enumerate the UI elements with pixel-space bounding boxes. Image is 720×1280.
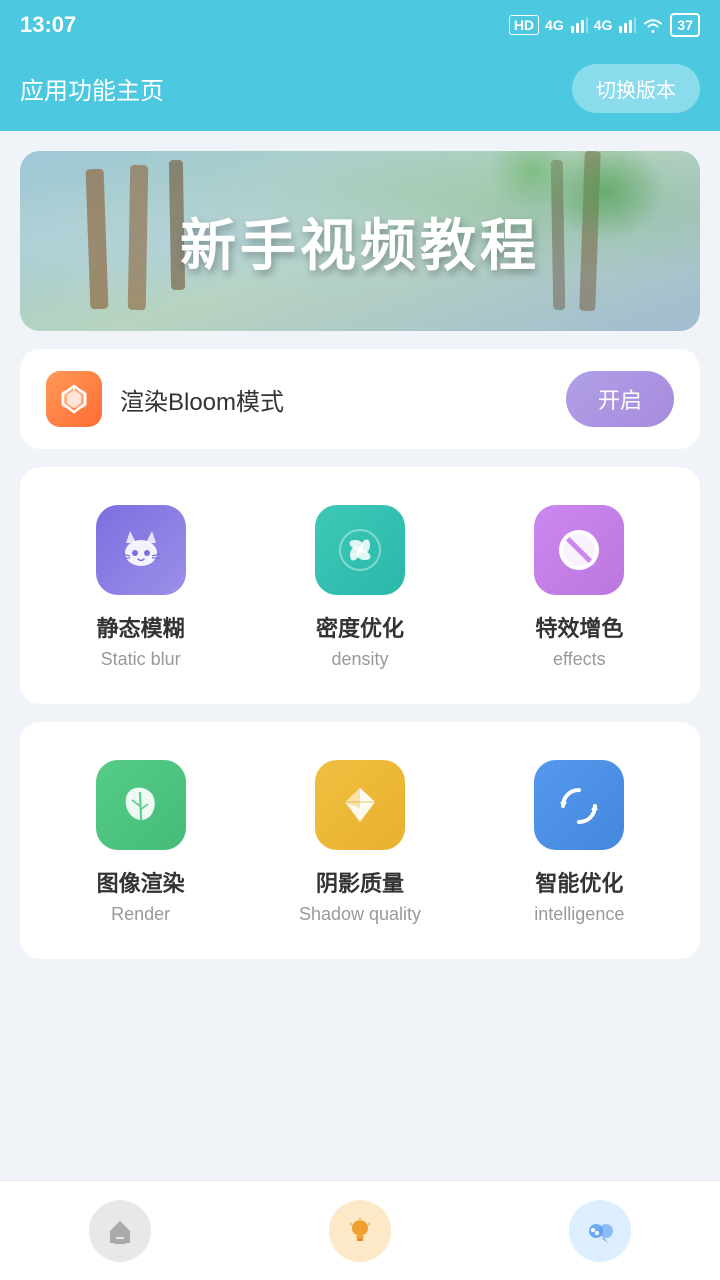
home-icon <box>104 1215 136 1247</box>
density-icon <box>315 505 405 595</box>
feature-item-density[interactable]: 密度优化 density <box>255 483 464 688</box>
home-nav-icon-wrap <box>89 1200 151 1262</box>
network-4g-2: 4G <box>594 17 613 33</box>
status-bar: 13:07 HD 4G 4G 37 <box>0 0 720 50</box>
static-blur-title: 静态模糊 <box>97 611 185 643</box>
intelligence-subtitle: intelligence <box>534 904 624 925</box>
version-switch-button[interactable]: 切换版本 <box>572 64 700 113</box>
feature-item-shadow[interactable]: 阴影质量 Shadow quality <box>255 738 464 943</box>
bloom-icon <box>46 371 102 427</box>
nav-item-home[interactable] <box>70 1191 170 1271</box>
static-blur-subtitle: Static blur <box>101 649 181 670</box>
page-title: 应用功能主页 <box>20 71 164 106</box>
render-icon <box>96 760 186 850</box>
main-content: 新手视频教程 渲染Bloom模式 开启 <box>0 131 720 1059</box>
bottom-navigation <box>0 1180 720 1280</box>
effects-subtitle: effects <box>553 649 606 670</box>
tutorial-banner[interactable]: 新手视频教程 <box>20 151 700 331</box>
network-4g-1: 4G <box>545 17 564 33</box>
status-icons: HD 4G 4G 37 <box>509 13 700 37</box>
banner-title: 新手视频教程 <box>180 201 540 282</box>
density-title: 密度优化 <box>316 611 404 643</box>
feature-grid-2: 图像渲染 Render 阴影质量 Shadow quality <box>20 722 700 959</box>
status-time: 13:07 <box>20 12 76 38</box>
static-blur-icon <box>96 505 186 595</box>
header: 应用功能主页 切换版本 <box>0 50 720 131</box>
bulb-icon <box>344 1215 376 1247</box>
effects-icon <box>534 505 624 595</box>
bloom-label: 渲染Bloom模式 <box>120 382 548 417</box>
shadow-icon <box>315 760 405 850</box>
wifi-icon <box>642 16 664 34</box>
tips-nav-icon-wrap <box>329 1200 391 1262</box>
feature-item-static-blur[interactable]: 静态模糊 Static blur <box>36 483 245 688</box>
intelligence-title: 智能优化 <box>535 866 623 898</box>
feature-item-intelligence[interactable]: 智能优化 intelligence <box>475 738 684 943</box>
feature-item-render[interactable]: 图像渲染 Render <box>36 738 245 943</box>
signal-icon-1 <box>570 16 588 34</box>
intelligence-icon <box>534 760 624 850</box>
density-subtitle: density <box>331 649 388 670</box>
feature-grid-1: 静态模糊 Static blur 密度优化 density <box>20 467 700 704</box>
hd-icon: HD <box>509 15 539 35</box>
nav-item-tips[interactable] <box>310 1191 410 1271</box>
feature-item-effects[interactable]: 特效增色 effects <box>475 483 684 688</box>
render-subtitle: Render <box>111 904 170 925</box>
render-title: 图像渲染 <box>97 866 185 898</box>
chat-nav-icon-wrap <box>569 1200 631 1262</box>
bloom-mode-card: 渲染Bloom模式 开启 <box>20 349 700 449</box>
shadow-title: 阴影质量 <box>316 866 404 898</box>
chat-icon <box>584 1215 616 1247</box>
nav-item-chat[interactable] <box>550 1191 650 1271</box>
effects-title: 特效增色 <box>535 611 623 643</box>
shadow-subtitle: Shadow quality <box>299 904 421 925</box>
battery-indicator: 37 <box>670 13 700 37</box>
bloom-enable-button[interactable]: 开启 <box>566 371 674 427</box>
signal-icon-2 <box>618 16 636 34</box>
